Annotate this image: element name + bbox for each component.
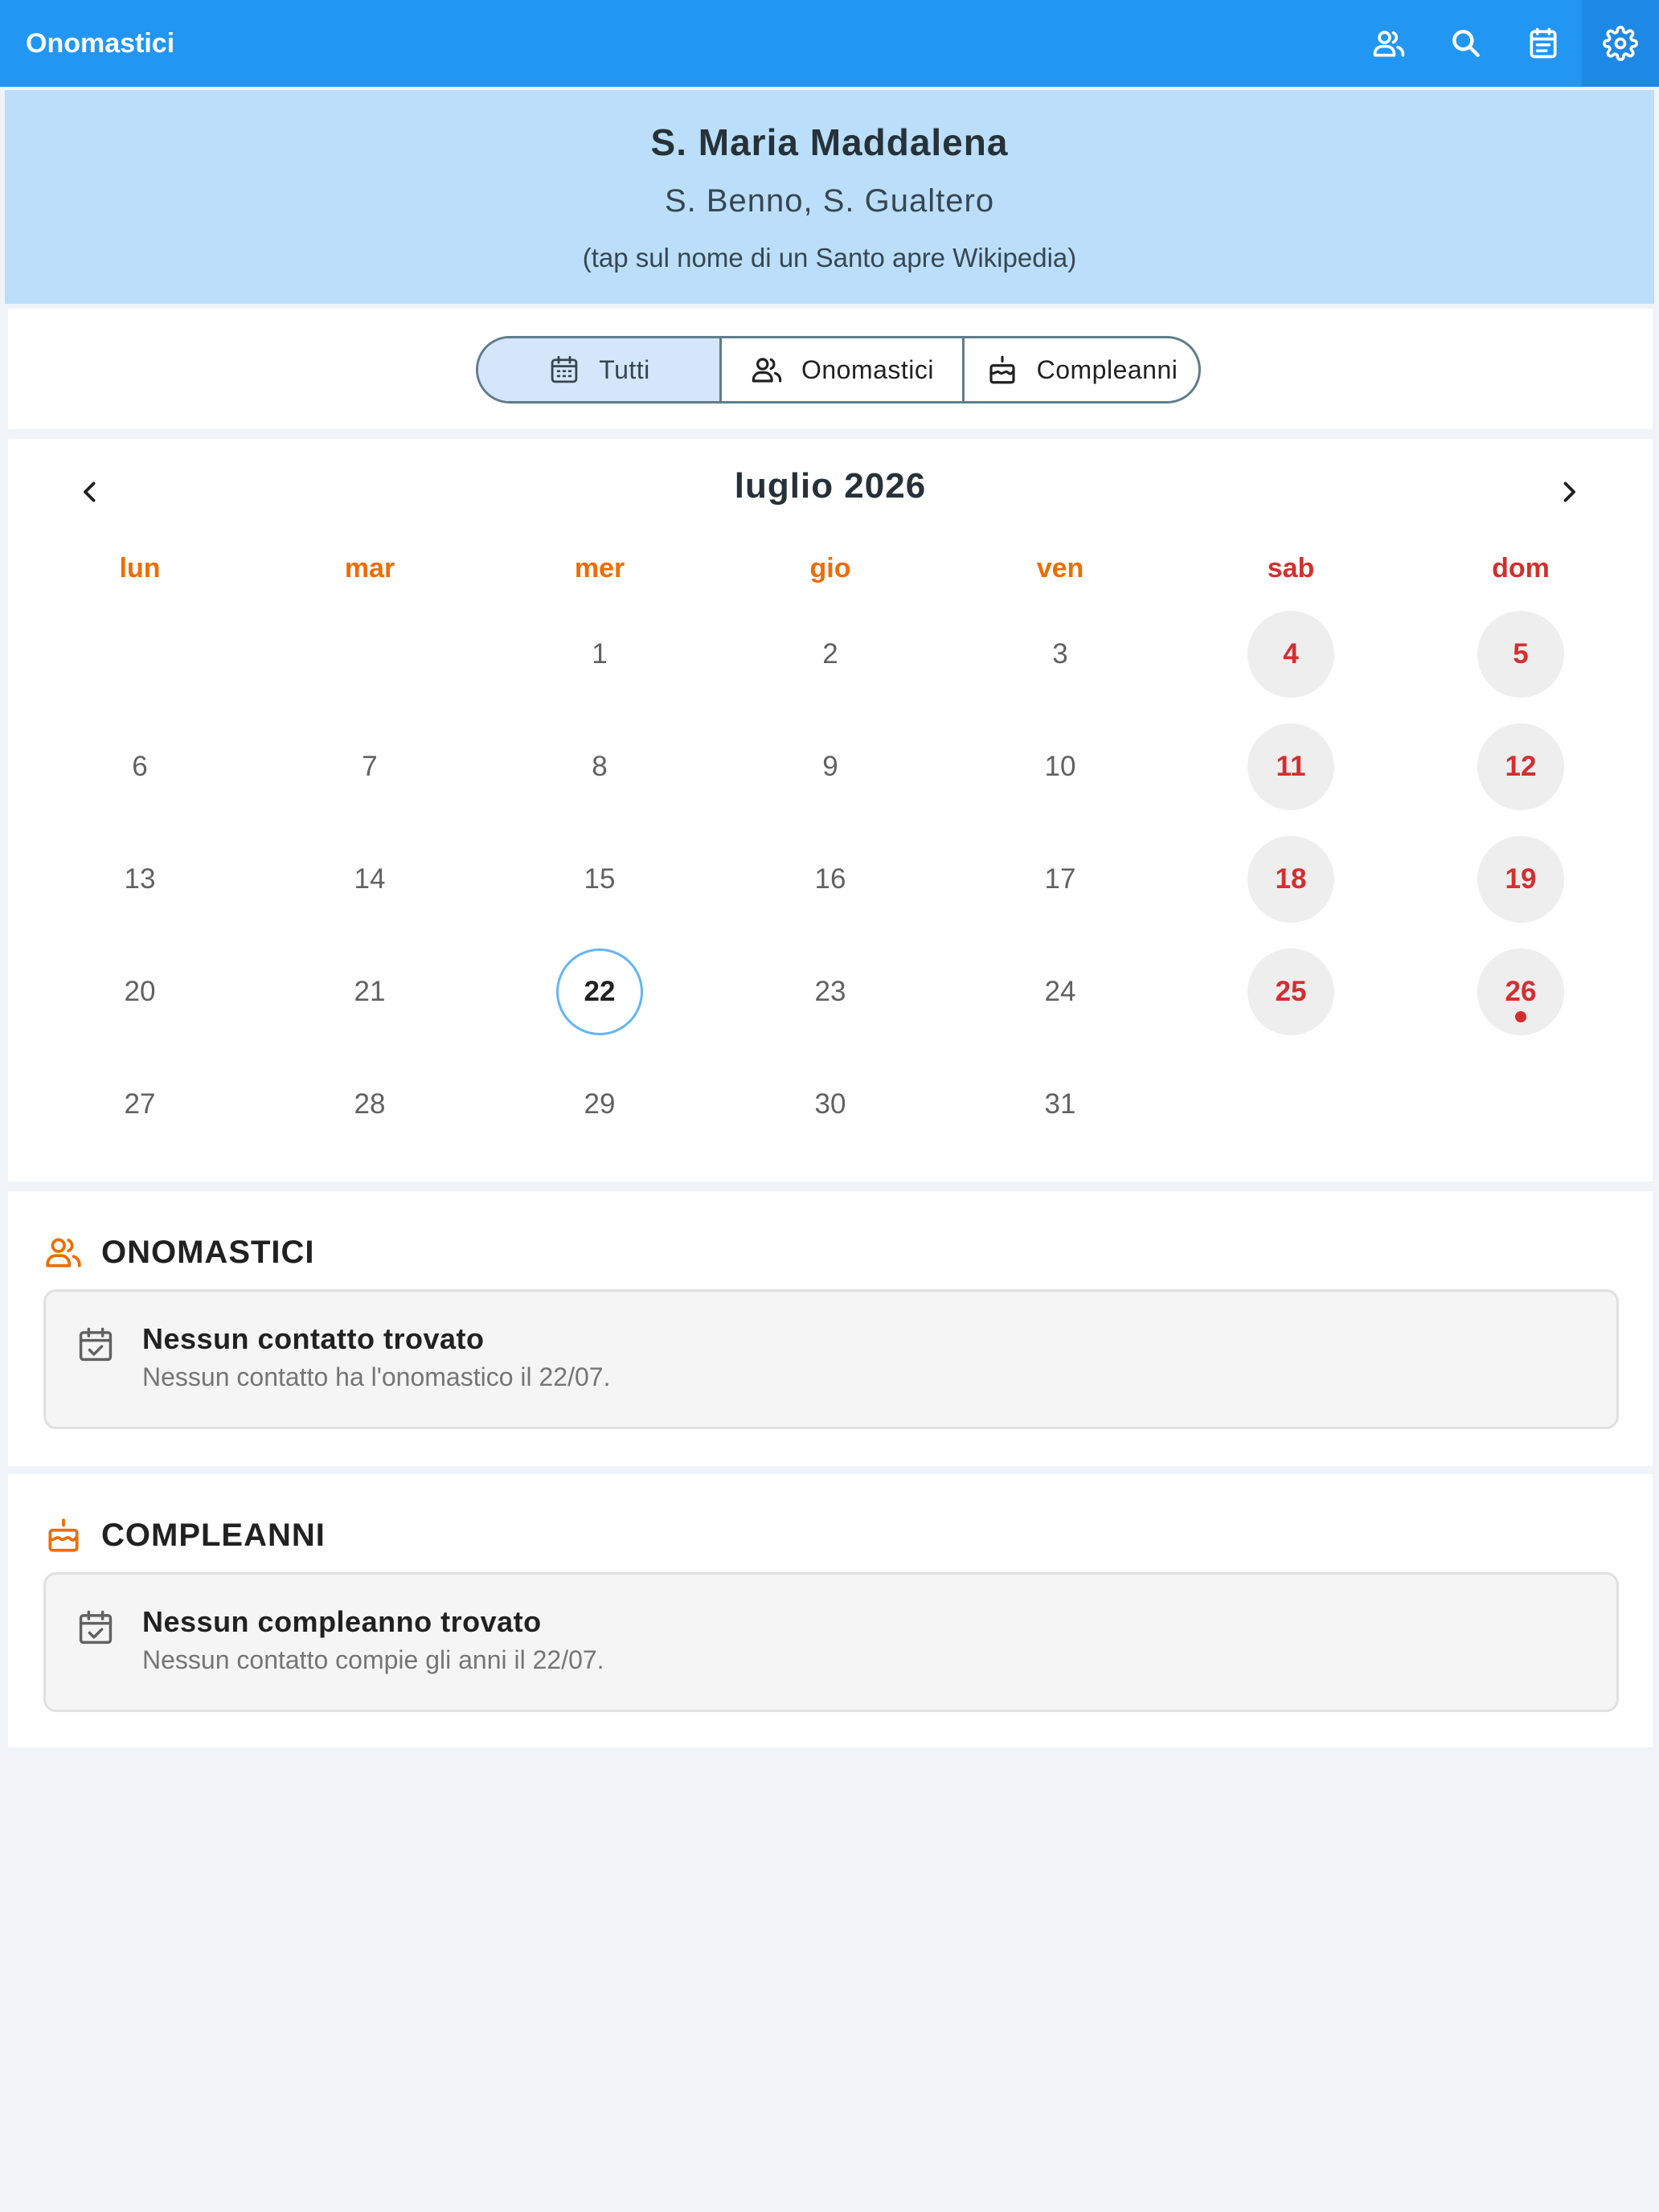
saint-main-name[interactable]: S. Maria Maddalena xyxy=(5,121,1654,164)
calendar-day-20[interactable]: 20 xyxy=(96,948,183,1035)
calendar-day-18[interactable]: 18 xyxy=(1247,836,1334,923)
people-icon xyxy=(752,358,782,383)
calendar-day-5[interactable]: 5 xyxy=(1477,611,1564,698)
app-title: Onomastici xyxy=(26,27,175,59)
app-bar: Onomastici xyxy=(0,0,1659,87)
filter-compleanni-label: Compleanni xyxy=(1036,354,1178,384)
calendar-day-2[interactable]: 2 xyxy=(787,611,874,698)
saint-header: S. Maria Maddalena S. Benno, S. Gualtero… xyxy=(5,90,1654,304)
calendar-day-1[interactable]: 1 xyxy=(556,611,643,698)
calendar-day-19[interactable]: 19 xyxy=(1477,836,1564,923)
calendar-day-6[interactable]: 6 xyxy=(96,723,183,810)
calendar-day-14[interactable]: 14 xyxy=(326,836,413,923)
filter-tutti-label: Tutti xyxy=(599,354,650,384)
compleanni-empty-title: Nessun compleanno trovato xyxy=(142,1605,542,1638)
calendar-day-23[interactable]: 23 xyxy=(787,948,874,1035)
calendar-day-8[interactable]: 8 xyxy=(556,723,643,810)
filter-segmented-control: Tutti Onomastici Compleanni xyxy=(476,336,1201,403)
contacts-icon xyxy=(1373,31,1405,57)
calendar-note-button[interactable] xyxy=(1505,0,1582,87)
filter-onomastici-label: Onomastici xyxy=(801,354,935,384)
calendar-day-3[interactable]: 3 xyxy=(1017,611,1104,698)
settings-button[interactable] xyxy=(1582,0,1659,87)
calendar-icon xyxy=(551,355,578,383)
contacts-button[interactable] xyxy=(1350,0,1428,87)
calendar-grid: 1 2 3 4 5 6 7 8 9 10 11 12 13 14 15 16 17 18 19 20 21 22 23 24 2… xyxy=(8,439,1653,1182)
calendar-day-11[interactable]: 11 xyxy=(1247,723,1334,810)
compleanni-empty-state: Nessun compleanno trovato Nessun contatt… xyxy=(43,1572,1619,1712)
calendar-card: luglio 2026 lun mar mer gio ven sab dom 123456… xyxy=(8,439,1653,1182)
filter-card: Tutti Onomastici Compleanni xyxy=(8,309,1653,429)
search-icon xyxy=(1452,30,1480,57)
calendar-day-17[interactable]: 17 xyxy=(1017,836,1104,923)
calendar-day-28[interactable]: 28 xyxy=(326,1061,413,1148)
calendar-day-4[interactable]: 4 xyxy=(1247,611,1334,698)
app-bar-actions xyxy=(1350,0,1659,87)
calendar-day-22[interactable]: 22 xyxy=(556,948,643,1035)
calendar-day-7[interactable]: 7 xyxy=(326,723,413,810)
event-dot xyxy=(1515,1011,1526,1022)
gear-icon xyxy=(1603,26,1638,61)
calendar-note-icon xyxy=(1530,27,1557,59)
filter-compleanni[interactable]: Compleanni xyxy=(962,338,1198,401)
compleanni-title: COMPLEANNI xyxy=(101,1517,326,1553)
filter-tutti[interactable]: Tutti xyxy=(478,338,719,401)
calendar-check-icon xyxy=(79,1610,113,1645)
onomastici-empty-subtitle: Nessun contatto ha l'onomastico il 22/07… xyxy=(142,1362,611,1391)
calendar-day-15[interactable]: 15 xyxy=(556,836,643,923)
calendar-day-26[interactable]: 26 xyxy=(1477,948,1564,1035)
calendar-day-29[interactable]: 29 xyxy=(556,1061,643,1148)
filter-onomastici[interactable]: Onomastici xyxy=(719,338,962,401)
calendar-day-31[interactable]: 31 xyxy=(1017,1061,1104,1148)
compleanni-section: COMPLEANNI Nessun compleanno trovato Nes… xyxy=(8,1474,1653,1747)
saint-hint: (tap sul nome di un Santo apre Wikipedia… xyxy=(582,243,1077,272)
saint-other-names[interactable]: S. Benno, S. Gualtero xyxy=(5,183,1654,219)
calendar-day-10[interactable]: 10 xyxy=(1017,723,1104,810)
onomastici-section: ONOMASTICI Nessun contatto trovato Nessu… xyxy=(8,1191,1653,1466)
calendar-day-9[interactable]: 9 xyxy=(787,723,874,810)
onomastici-header: ONOMASTICI xyxy=(43,1227,315,1278)
calendar-day-12[interactable]: 12 xyxy=(1477,723,1564,810)
cake-icon xyxy=(48,1518,79,1552)
calendar-day-27[interactable]: 27 xyxy=(96,1061,183,1148)
onomastici-empty-title: Nessun contatto trovato xyxy=(142,1322,485,1355)
search-button[interactable] xyxy=(1428,0,1505,87)
compleanni-header: COMPLEANNI xyxy=(43,1509,326,1561)
onomastici-empty-state: Nessun contatto trovato Nessun contatto … xyxy=(43,1289,1619,1429)
calendar-day-24[interactable]: 24 xyxy=(1017,948,1104,1035)
calendar-day-30[interactable]: 30 xyxy=(787,1061,874,1148)
calendar-check-icon xyxy=(79,1327,113,1362)
compleanni-empty-subtitle: Nessun contatto compie gli anni il 22/07… xyxy=(142,1645,604,1674)
people-icon xyxy=(46,1238,81,1268)
calendar-day-21[interactable]: 21 xyxy=(326,948,413,1035)
calendar-day-16[interactable]: 16 xyxy=(787,836,874,923)
onomastici-title: ONOMASTICI xyxy=(101,1234,315,1270)
cake-icon xyxy=(989,355,1015,384)
calendar-day-25[interactable]: 25 xyxy=(1247,948,1334,1035)
calendar-day-13[interactable]: 13 xyxy=(96,836,183,923)
